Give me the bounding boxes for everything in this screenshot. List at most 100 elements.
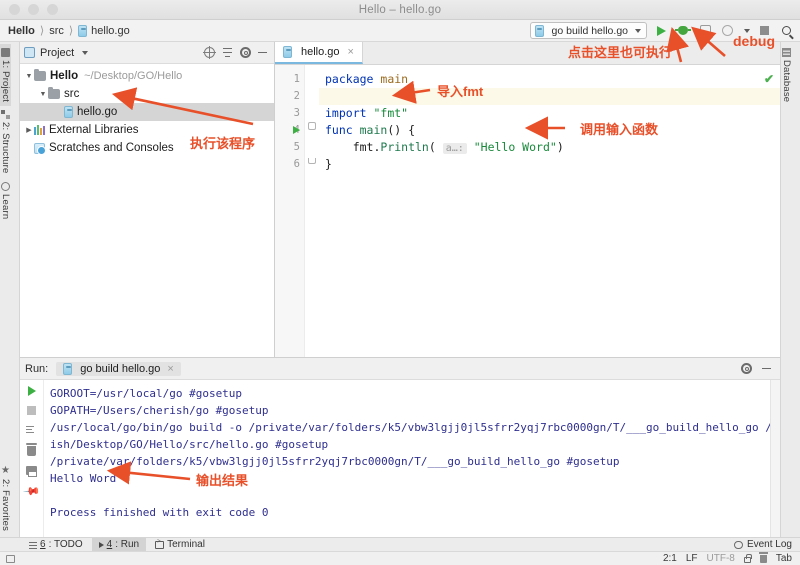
project-icon [1, 48, 10, 57]
tree-row-scratches[interactable]: Scratches and Consoles [20, 139, 274, 157]
go-file-icon [283, 46, 292, 58]
project-panel: Project ▼ Hello ~/Desktop/GO/Hello ▼ src [20, 42, 275, 357]
run-configuration-selector[interactable]: go build hello.go [530, 22, 647, 39]
tree-row-hello[interactable]: ▼ Hello ~/Desktop/GO/Hello [20, 67, 274, 85]
lock-icon[interactable] [744, 557, 751, 563]
line-number: 2 [275, 88, 304, 105]
status-bar: 2:1 LF UTF-8 Tab [0, 551, 800, 565]
event-log-label: Event Log [747, 539, 792, 550]
bug-icon [678, 26, 688, 35]
left-tool-strip: 1: Project 2: Structure Learn ★ 2: Favor… [0, 42, 20, 537]
chevron-right-icon[interactable]: ▶ [24, 126, 34, 134]
code-line [319, 88, 780, 105]
pin-icon[interactable]: 📌 [22, 482, 41, 501]
gutter-run-icon[interactable] [293, 126, 300, 134]
editor-gutter[interactable]: 1 2 3 4 5 6 [275, 65, 305, 357]
clear-all-icon[interactable] [27, 446, 36, 456]
fold-column[interactable] [305, 65, 319, 357]
line-separator[interactable]: LF [686, 553, 698, 564]
parameter-hint: a…: [443, 143, 467, 154]
breadcrumb-separator-2: ⟩ [69, 24, 73, 37]
tree-path: ~/Desktop/GO/Hello [84, 70, 182, 82]
fold-start-icon[interactable] [308, 122, 316, 130]
sidebar-item-project[interactable]: 1: Project [0, 44, 11, 106]
right-tool-strip: Database [780, 42, 800, 537]
tree-row-src[interactable]: ▼ src [20, 85, 274, 103]
print-icon[interactable] [26, 466, 37, 475]
run-button[interactable] [653, 23, 669, 39]
window-title: Hello – hello.go [0, 4, 800, 16]
event-log-button[interactable]: Event Log [734, 539, 800, 550]
sidebar-item-label: 1: Project [0, 60, 11, 102]
run-configuration-label: go build hello.go [552, 25, 628, 37]
debug-button[interactable] [675, 23, 691, 39]
breadcrumb-project[interactable]: Hello [8, 25, 35, 37]
console-line: /usr/local/go/bin/go build -o /private/v… [50, 419, 770, 436]
gear-icon[interactable] [240, 47, 251, 58]
rerun-icon[interactable] [28, 386, 36, 396]
run-with-coverage-button[interactable] [697, 23, 713, 39]
sidebar-item-structure[interactable]: 2: Structure [0, 106, 11, 178]
console-output[interactable]: GOROOT=/usr/local/go #gosetup GOPATH=/Us… [44, 380, 770, 537]
code-editor[interactable]: 1 2 3 4 5 6 package main import "fmt" fu… [275, 65, 780, 357]
code-line: import "fmt" [319, 105, 780, 122]
sidebar-item-database[interactable]: Database [781, 44, 792, 106]
tree-row-hello-go[interactable]: hello.go [20, 103, 274, 121]
breadcrumb-file[interactable]: hello.go [78, 25, 130, 37]
line-number: 6 [275, 156, 304, 173]
collapse-all-icon[interactable] [222, 47, 233, 58]
tab-terminal[interactable]: Terminal [148, 538, 212, 552]
editor-tab-bar: hello.go × [275, 42, 780, 65]
profile-button[interactable] [719, 23, 735, 39]
run-tool-window: Run: go build hello.go × 📌 GOROOT=/ [20, 357, 780, 537]
tab-todo[interactable]: 6: TODO [22, 538, 90, 552]
scroll-to-end-icon[interactable] [26, 425, 37, 436]
search-button[interactable] [778, 23, 794, 39]
tab-run[interactable]: 4: Run [92, 538, 146, 552]
minimize-icon[interactable] [762, 368, 771, 370]
console-scrollbar[interactable] [770, 380, 780, 537]
tool-window-bar: 6: TODO 4: Run Terminal Event Log [0, 537, 800, 551]
tab-todo-label: : TODO [49, 539, 83, 550]
breadcrumb-folder[interactable]: src [49, 25, 64, 37]
sidebar-item-label: Database [781, 60, 792, 102]
editor-tab-hello-go[interactable]: hello.go × [275, 42, 363, 64]
sidebar-item-favorites[interactable]: ★ 2: Favorites [0, 461, 11, 535]
fold-end-icon[interactable] [308, 158, 316, 164]
tree-label: hello.go [77, 106, 117, 118]
chevron-down-icon[interactable]: ▼ [38, 91, 48, 98]
close-icon[interactable]: × [167, 363, 173, 375]
sidebar-item-learn[interactable]: Learn [0, 178, 11, 223]
console-line: GOPATH=/Users/cherish/go #gosetup [50, 402, 770, 419]
ide-window: Hello – hello.go Hello ⟩ src ⟩ hello.go … [0, 0, 800, 565]
inspection-ok-icon[interactable]: ✔ [764, 72, 774, 86]
trash-icon[interactable] [760, 555, 767, 563]
tree-row-external-libraries[interactable]: ▶ External Libraries [20, 121, 274, 139]
gear-icon[interactable] [741, 363, 752, 374]
chevron-down-icon[interactable] [82, 51, 88, 55]
project-tree: ▼ Hello ~/Desktop/GO/Hello ▼ src hello.g… [20, 64, 274, 157]
indent-setting[interactable]: Tab [776, 553, 792, 564]
console-line: Hello Word [50, 470, 770, 487]
code-line: fmt.Println( a…: "Hello Word") [319, 139, 780, 156]
caret-position[interactable]: 2:1 [663, 553, 677, 564]
line-number: 3 [275, 105, 304, 122]
database-icon [782, 48, 791, 57]
target-icon[interactable] [204, 47, 215, 58]
stop-icon[interactable] [27, 406, 36, 415]
play-icon [657, 26, 666, 36]
run-coverage-icon [700, 25, 711, 36]
scratches-icon [34, 143, 45, 154]
code-text[interactable]: package main import "fmt" func main() { … [319, 65, 780, 357]
minimize-icon[interactable] [258, 52, 267, 54]
go-file-icon [535, 25, 544, 37]
tree-label: src [64, 88, 79, 100]
run-panel-tab[interactable]: go build hello.go × [56, 362, 181, 376]
encoding[interactable]: UTF-8 [707, 553, 735, 564]
code-line: package main [319, 71, 780, 88]
chevron-down-icon[interactable]: ▼ [24, 73, 34, 80]
window-icon[interactable] [6, 555, 15, 563]
close-icon[interactable]: × [348, 46, 354, 58]
chevron-down-icon[interactable] [744, 29, 750, 33]
stop-button[interactable] [756, 23, 772, 39]
